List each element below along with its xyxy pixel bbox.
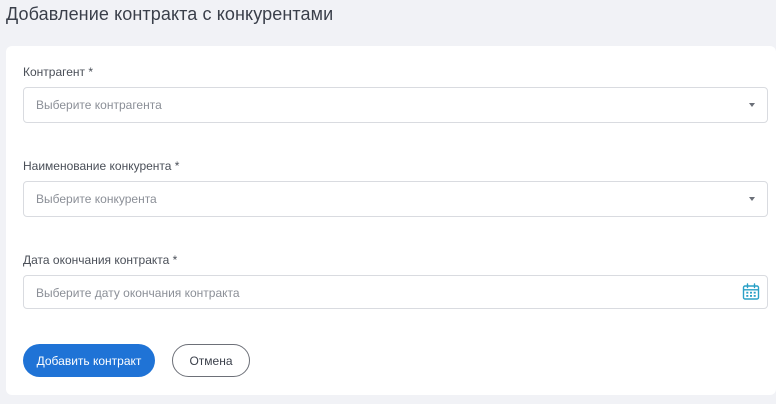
competitor-select[interactable]: Выберите конкурента: [23, 181, 768, 217]
end-date-input[interactable]: Выберите дату окончания контракта: [23, 275, 768, 309]
end-date-label: Дата окончания контракта *: [23, 253, 178, 267]
chevron-down-icon: [749, 197, 755, 201]
chevron-down-icon: [749, 103, 755, 107]
cancel-button[interactable]: Отмена: [172, 344, 250, 377]
end-date-placeholder: Выберите дату окончания контракта: [36, 286, 240, 300]
contractor-label: Контрагент *: [23, 65, 94, 79]
page-title: Добавление контракта с конкурентами: [6, 4, 334, 24]
add-contract-button[interactable]: Добавить контракт: [23, 344, 155, 377]
competitor-placeholder: Выберите конкурента: [36, 192, 157, 206]
calendar-icon[interactable]: [742, 283, 760, 301]
competitor-label: Наименование конкурента *: [23, 159, 180, 173]
form-card: Контрагент * Выберите контрагента Наимен…: [6, 46, 776, 395]
contractor-placeholder: Выберите контрагента: [36, 98, 162, 112]
contractor-select[interactable]: Выберите контрагента: [23, 87, 768, 123]
